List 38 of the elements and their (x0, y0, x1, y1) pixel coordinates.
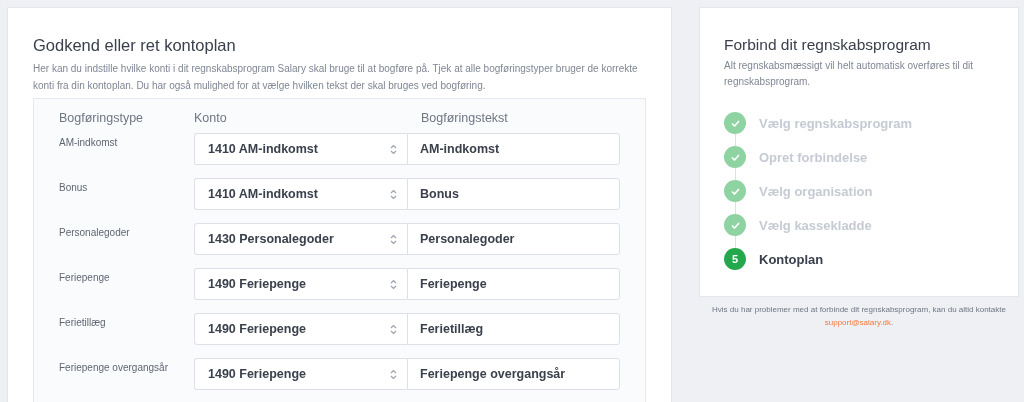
posting-type-label: Feriepenge overgangsår (59, 362, 168, 373)
chevron-updown-icon (390, 233, 397, 245)
step-number: 5 (724, 248, 746, 270)
step-label: Kontoplan (759, 251, 824, 267)
posting-type-label: Bonus (59, 182, 88, 193)
section-description: Her kan du indstille hvilke konti i dit regnskabsprogram Salary skal bruge til at bogføre på. Tjek at alle bogføringstyper bruger de korrekte konti fra din kontoplan. Du har også mulighed for at vælge hvilken tekst der skal bruges ved bogføring. (33, 62, 639, 93)
account-select[interactable]: 1490 Feriepenge (194, 358, 407, 390)
chevron-updown-icon (390, 188, 397, 200)
posting-text-field[interactable]: Personalegoder (407, 223, 620, 255)
step-label: Vælg organisation (759, 183, 873, 199)
step-label: Opret forbindelse (759, 149, 868, 165)
posting-type-label: Personalegoder (59, 227, 130, 238)
step-label: Vælg kassekladde (759, 217, 872, 233)
chevron-updown-icon (390, 278, 397, 290)
posting-type-label: Ferietillæg (59, 317, 106, 328)
card-title: Forbind dit regnskabsprogram (724, 36, 932, 54)
posting-text-field[interactable]: Ferietillæg (407, 313, 620, 345)
chevron-updown-icon (390, 143, 397, 155)
posting-type-label: Feriepenge (59, 272, 110, 283)
section-title: Godkend eller ret kontoplan (33, 36, 237, 55)
column-header: Bogføringstype (59, 111, 144, 125)
posting-type-label: AM-indkomst (59, 137, 118, 148)
account-select[interactable]: 1490 Feriepenge (194, 268, 407, 300)
card-description: Alt regnskabsmæssigt vil helt automatisk overføres til dit regnskabsprogram. (724, 59, 974, 89)
chevron-updown-icon (390, 368, 397, 380)
column-header: Konto (194, 111, 227, 125)
help-text: Hvis du har problemer med at forbinde dit regnskabsprogram, kan du altid kontakte support@salary.dk. (711, 304, 1007, 329)
account-select[interactable]: 1430 Personalegoder (194, 223, 407, 255)
account-select[interactable]: 1490 Feriepenge (194, 313, 407, 345)
column-header: Bogføringstekst (421, 111, 508, 125)
posting-text-field[interactable]: Bonus (407, 178, 620, 210)
account-select[interactable]: 1410 AM-indkomst (194, 133, 407, 165)
posting-text-field[interactable]: Feriepenge overgangsår (407, 358, 620, 390)
step-label: Vælg regnskabsprogram (759, 115, 913, 131)
chevron-updown-icon (390, 323, 397, 335)
posting-text-field[interactable]: Feriepenge (407, 268, 620, 300)
account-select[interactable]: 1410 AM-indkomst (194, 178, 407, 210)
posting-text-field[interactable]: AM-indkomst (407, 133, 620, 165)
